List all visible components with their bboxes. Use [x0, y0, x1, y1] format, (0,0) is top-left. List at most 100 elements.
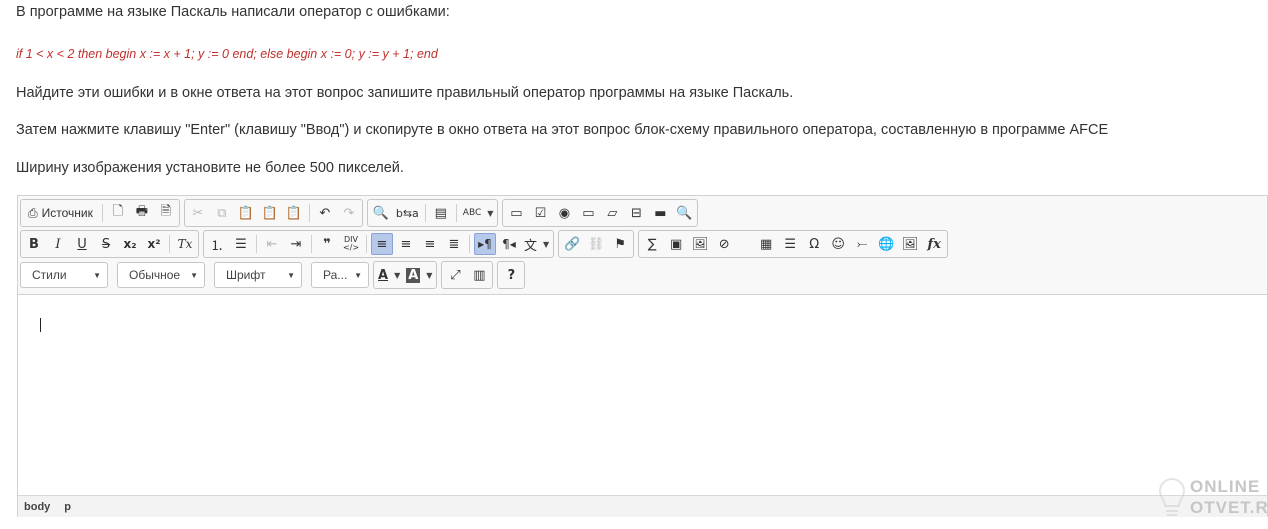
bg-color-icon: A: [406, 267, 421, 283]
find-button[interactable]: 🔍: [370, 202, 392, 224]
rtl-button[interactable]: ¶◂: [498, 233, 520, 255]
subscript-icon: x₂: [123, 237, 137, 251]
toolbar-row-3: Стили ▼ Обычное ▼ Шрифт ▼ Ра... ▼ A ▼ A …: [20, 261, 529, 289]
image2-button[interactable]: 🖼: [899, 233, 921, 255]
textfield-button[interactable]: ▭: [577, 202, 599, 224]
align-left-button[interactable]: ≡: [371, 233, 393, 255]
source-button[interactable]: ⎙ Источник: [23, 202, 98, 224]
strikethrough-icon: S: [101, 236, 111, 252]
text-color-button[interactable]: A ▼: [376, 264, 402, 286]
numbered-list-button[interactable]: ⒈: [206, 233, 228, 255]
maximize-button[interactable]: ⤢: [444, 264, 466, 286]
strike-button[interactable]: S: [95, 233, 117, 255]
creatediv-button[interactable]: DIV </>: [340, 233, 362, 255]
editor-content-area[interactable]: [18, 294, 1267, 496]
paste-button[interactable]: 📋: [235, 202, 257, 224]
table-button[interactable]: ▦: [755, 233, 777, 255]
separator: [311, 235, 312, 253]
indent-button[interactable]: ⇥: [285, 233, 307, 255]
bulleted-list-button[interactable]: ☰: [230, 233, 252, 255]
replace-icon: b⇆a: [395, 206, 419, 220]
chevron-down-icon: ▼: [487, 208, 494, 218]
question-line-3: Затем нажмите клавишу "Enter" (клавишу "…: [16, 122, 1109, 138]
align-right-button[interactable]: ≡: [419, 233, 441, 255]
outdent-icon: ⇤: [266, 236, 278, 252]
rich-text-editor: ⎙ Источник 🗋 🖶 🗎 ✂ ⧉ 📋 📋 📋 ↶ ↷ 🔍 b⇆a ▤ A…: [17, 195, 1268, 517]
search-icon: 🔍: [676, 205, 693, 221]
links-group: 🔗 ⛓ ⚑: [558, 230, 635, 258]
code-snippet-button[interactable]: ▣: [665, 233, 687, 255]
copy-button[interactable]: ⧉: [211, 202, 233, 224]
subscript-button[interactable]: x₂: [119, 233, 141, 255]
element-path-bar: body p: [18, 495, 1267, 517]
unlink-icon: ⛓: [587, 236, 605, 252]
colors-group: A ▼ A ▼: [373, 261, 438, 289]
toolbar-row-2: B I U S x₂ x² Tx ⒈ ☰ ⇤ ⇥ ❞ DIV </> ≡ ≡ ≡ …: [20, 230, 952, 258]
search-icon: 🔍: [372, 205, 389, 221]
checkbox-icon: ☑: [534, 205, 547, 221]
link-button[interactable]: 🔗: [561, 233, 583, 255]
separator: [101, 204, 103, 222]
formula-button[interactable]: fx: [923, 233, 945, 255]
imagebutton-button[interactable]: 🔍: [673, 202, 695, 224]
justify-button[interactable]: ≣: [443, 233, 465, 255]
bg-color-button[interactable]: A ▼: [404, 264, 434, 286]
horizontal-rule-button[interactable]: ☰: [779, 233, 801, 255]
blockquote-button[interactable]: ❞: [316, 233, 338, 255]
language-button[interactable]: 文 ▼: [522, 233, 551, 255]
insert-group: ∑ ▣ 🖼 ⊘ ▦ ☰ Ω ☺ ⤚ 🌐 🖼 fx: [638, 230, 949, 258]
button-button[interactable]: ▬: [649, 202, 671, 224]
image-icon: 🖼: [691, 236, 709, 252]
path-item-p[interactable]: p: [64, 501, 71, 513]
language-icon: 文: [524, 238, 538, 254]
select-icon: ⊟: [630, 205, 642, 221]
select-button[interactable]: ⊟: [625, 202, 647, 224]
textarea-button[interactable]: ▱: [601, 202, 623, 224]
textfield-icon: ▭: [582, 205, 595, 221]
replace-button[interactable]: b⇆a: [394, 202, 421, 224]
text-color-icon: A: [378, 267, 389, 283]
show-blocks-button[interactable]: ▥: [468, 264, 490, 286]
image-button[interactable]: 🖼: [689, 233, 711, 255]
unlink-button[interactable]: ⛓: [585, 233, 607, 255]
select-all-button[interactable]: ▤: [430, 202, 452, 224]
math-button[interactable]: ∑: [641, 233, 663, 255]
chevron-down-icon: ▼: [354, 270, 362, 280]
italic-button[interactable]: I: [47, 233, 69, 255]
checkbox-button[interactable]: ☑: [529, 202, 551, 224]
path-item-body[interactable]: body: [24, 501, 50, 513]
undo-button[interactable]: ↶: [314, 202, 336, 224]
redo-button[interactable]: ↷: [338, 202, 360, 224]
help-button[interactable]: ?: [500, 264, 522, 286]
ltr-button[interactable]: ▸¶: [474, 233, 496, 255]
flash-button[interactable]: ⊘: [713, 233, 735, 255]
smiley-button[interactable]: ☺: [827, 233, 849, 255]
special-char-button[interactable]: Ω: [803, 233, 825, 255]
paste-word-button[interactable]: 📋: [283, 202, 305, 224]
outdent-button[interactable]: ⇤: [261, 233, 283, 255]
radio-button[interactable]: ◉: [553, 202, 575, 224]
page-break-button[interactable]: ⤚: [851, 233, 873, 255]
font-dropdown[interactable]: Шрифт ▼: [214, 262, 302, 288]
underline-button[interactable]: U: [71, 233, 93, 255]
spellcheck-button[interactable]: ABC ▼: [461, 202, 496, 224]
templates-button[interactable]: 🗎: [155, 202, 177, 224]
align-center-button[interactable]: ≡: [395, 233, 417, 255]
question-line-1: В программе на языке Паскаль написали оп…: [16, 4, 450, 20]
new-page-button[interactable]: 🗋: [107, 202, 129, 224]
styles-dropdown[interactable]: Стили ▼: [20, 262, 108, 288]
remove-format-button[interactable]: Tx: [174, 233, 196, 255]
print-button[interactable]: 🖶: [131, 202, 153, 224]
font-size-dropdown[interactable]: Ра... ▼: [311, 262, 369, 288]
format-dropdown[interactable]: Обычное ▼: [117, 262, 205, 288]
iframe-button[interactable]: 🌐: [875, 233, 897, 255]
cut-button[interactable]: ✂: [187, 202, 209, 224]
superscript-button[interactable]: x²: [143, 233, 165, 255]
bold-button[interactable]: B: [23, 233, 45, 255]
chevron-down-icon: ▼: [93, 270, 101, 280]
form-button[interactable]: ▭: [505, 202, 527, 224]
paste-text-button[interactable]: 📋: [259, 202, 281, 224]
table-icon: ▦: [760, 236, 773, 252]
about-group: ?: [497, 261, 526, 289]
anchor-button[interactable]: ⚑: [609, 233, 631, 255]
